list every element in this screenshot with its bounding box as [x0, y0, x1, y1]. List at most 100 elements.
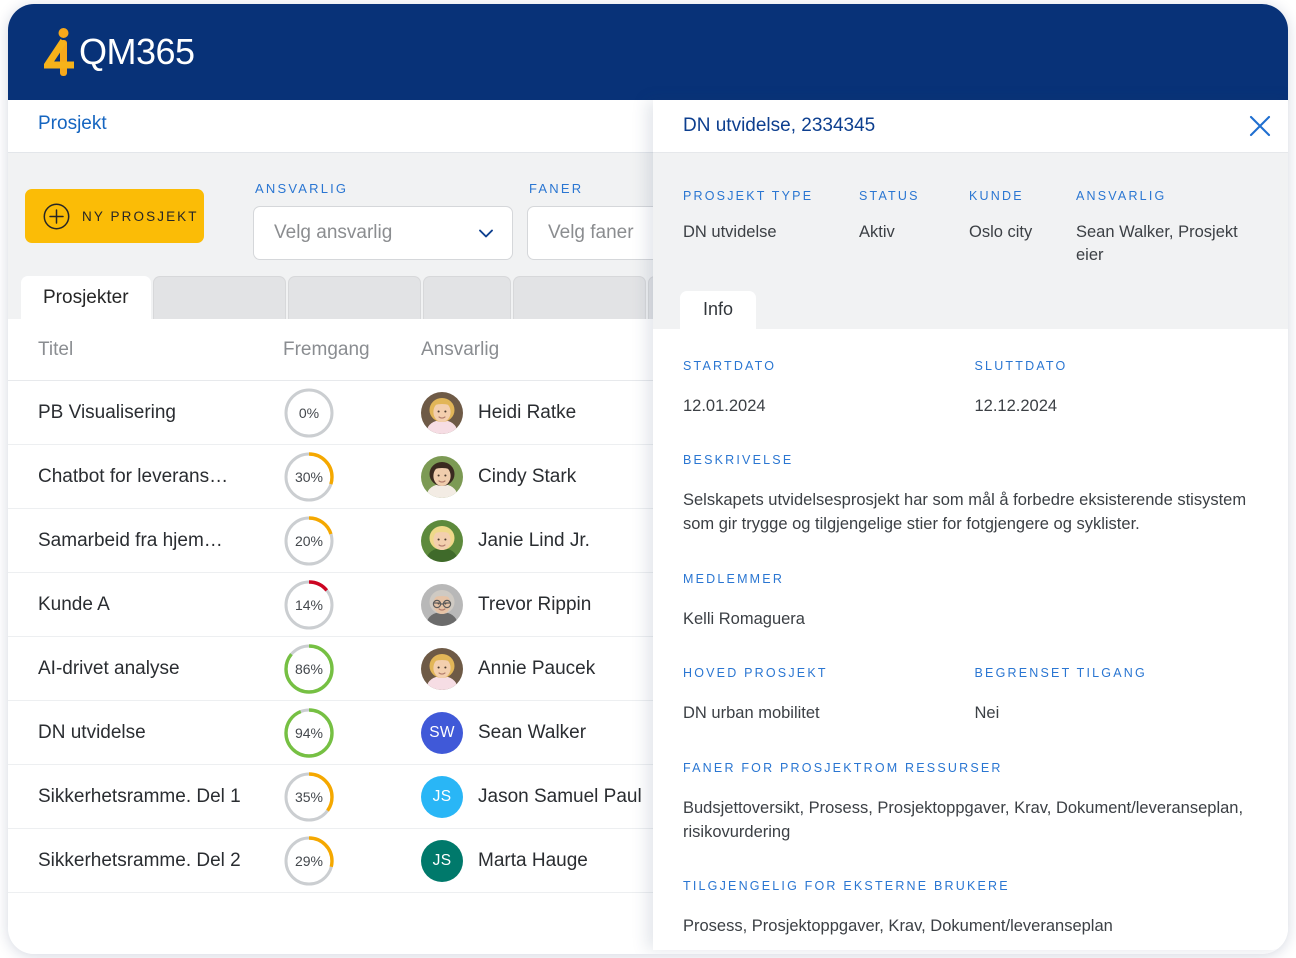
medlemmer-value: Kelli Romaguera	[683, 607, 1266, 631]
owner-name: Annie Paucek	[478, 658, 595, 680]
meta-status: STATUS Aktiv	[859, 187, 969, 267]
panel-body: STARTDATO 12.01.2024 SLUTTDATO 12.12.202…	[653, 329, 1288, 950]
owner-name: Sean Walker	[478, 722, 586, 744]
tab-placeholder-2[interactable]	[288, 276, 421, 319]
faner-ressurser-value: Budsjettoversikt, Prosess, Prosjektoppga…	[683, 796, 1266, 845]
eksterne-brukere-block: TILGJENGELIG FOR EKSTERNE BRUKERE Proses…	[683, 877, 1266, 938]
four-person-logo-icon	[44, 26, 78, 78]
progress-ring: 20%	[283, 515, 335, 567]
row-progress: 0%	[283, 387, 421, 439]
app-logo: QM365	[44, 26, 195, 78]
sluttdato-value: 12.12.2024	[975, 394, 1267, 418]
progress-ring: 94%	[283, 707, 335, 759]
row-progress: 86%	[283, 643, 421, 695]
row-progress: 94%	[283, 707, 421, 759]
app-root: QM365 Prosjekt NY PROSJEKT ANSVARLIG	[0, 0, 1296, 958]
avatar	[421, 392, 463, 434]
row-title: Sikkerhetsramme. Del 1	[38, 786, 283, 808]
row-progress: 35%	[283, 771, 421, 823]
faner-ressurser-block: FANER FOR PROSJEKTROM RESSURSER Budsjett…	[683, 759, 1266, 845]
beskrivelse-block: BESKRIVELSE Selskapets utvidelsesprosjek…	[683, 451, 1266, 537]
tab-prosjekter[interactable]: Prosjekter	[21, 276, 151, 319]
startdato-block: STARTDATO 12.01.2024	[683, 357, 975, 451]
avatar: JS	[421, 840, 463, 882]
meta-ansvarlig-label: ANSVARLIG	[1076, 189, 1166, 203]
meta-prosjekt-type-label: PROSJEKT TYPE	[683, 189, 813, 203]
progress-ring: 14%	[283, 579, 335, 631]
progress-percent: 94%	[283, 707, 335, 759]
row-title: AI-drivet analyse	[38, 658, 283, 680]
status-badge: Aktiv	[859, 221, 969, 244]
dates-row: STARTDATO 12.01.2024 SLUTTDATO 12.12.202…	[683, 357, 1266, 451]
close-icon[interactable]	[1246, 112, 1274, 140]
progress-percent: 86%	[283, 643, 335, 695]
meta-ansvarlig: ANSVARLIG Sean Walker, Prosjekt eier	[1076, 187, 1246, 267]
meta-ansvarlig-value: Sean Walker, Prosjekt eier	[1076, 221, 1246, 267]
chevron-down-icon	[476, 223, 496, 243]
logo-wordmark: QM365	[79, 34, 195, 70]
progress-ring: 86%	[283, 643, 335, 695]
progress-percent: 0%	[283, 387, 335, 439]
app-header: QM365	[8, 4, 1288, 100]
row-progress: 14%	[283, 579, 421, 631]
panel-header: DN utvidelse, 2334345	[653, 100, 1288, 153]
breadcrumb[interactable]: Prosjekt	[38, 113, 107, 135]
medlemmer-block: MEDLEMMER Kelli Romaguera	[683, 570, 1266, 631]
row-title: Samarbeid fra hjem…	[38, 530, 283, 552]
row-progress: 20%	[283, 515, 421, 567]
row-title: Sikkerhetsramme. Del 2	[38, 850, 283, 872]
filter-ansvarlig: ANSVARLIG Velg ansvarlig	[253, 181, 513, 260]
tab-placeholder-1[interactable]	[153, 276, 286, 319]
avatar: SW	[421, 712, 463, 754]
progress-percent: 20%	[283, 515, 335, 567]
hoved-row: HOVED PROSJEKT DN urban mobilitet BEGREN…	[683, 664, 1266, 758]
panel-tabstrip: Info	[653, 267, 1288, 329]
tab-info[interactable]: Info	[680, 291, 756, 329]
meta-prosjekt-type: PROSJEKT TYPE DN utvidelse	[683, 187, 859, 267]
avatar	[421, 456, 463, 498]
progress-percent: 14%	[283, 579, 335, 631]
meta-status-label: STATUS	[859, 189, 920, 203]
faner-ressurser-label: FANER FOR PROSJEKTROM RESSURSER	[683, 761, 1003, 775]
sluttdato-label: SLUTTDATO	[975, 359, 1068, 373]
progress-ring: 30%	[283, 451, 335, 503]
filter-ansvarlig-label: ANSVARLIG	[253, 181, 513, 196]
tab-placeholder-4[interactable]	[513, 276, 646, 319]
owner-name: Heidi Ratke	[478, 402, 576, 424]
row-title: Chatbot for leverans…	[38, 466, 283, 488]
column-header-titel[interactable]: Titel	[38, 339, 283, 361]
hoved-prosjekt-block: HOVED PROSJEKT DN urban mobilitet	[683, 664, 975, 758]
owner-name: Marta Hauge	[478, 850, 588, 872]
beskrivelse-value: Selskapets utvidelsesprosjekt har som må…	[683, 488, 1266, 537]
plus-circle-icon	[43, 203, 70, 230]
medlemmer-label: MEDLEMMER	[683, 572, 784, 586]
tab-placeholder-3[interactable]	[423, 276, 511, 319]
begrenset-tilgang-label: BEGRENSET TILGANG	[975, 666, 1147, 680]
progress-ring: 29%	[283, 835, 335, 887]
row-title: Kunde A	[38, 594, 283, 616]
avatar: JS	[421, 776, 463, 818]
meta-kunde-label: KUNDE	[969, 189, 1024, 203]
owner-name: Trevor Rippin	[478, 594, 591, 616]
owner-name: Janie Lind Jr.	[478, 530, 590, 552]
ansvarlig-placeholder: Velg ansvarlig	[274, 222, 476, 244]
avatar	[421, 584, 463, 626]
app-card: QM365 Prosjekt NY PROSJEKT ANSVARLIG	[8, 4, 1288, 954]
startdato-label: STARTDATO	[683, 359, 776, 373]
begrenset-tilgang-value: Nei	[975, 701, 1267, 725]
column-header-fremgang[interactable]: Fremgang	[283, 339, 421, 361]
row-title: PB Visualisering	[38, 402, 283, 424]
eksterne-brukere-value: Prosess, Prosjektoppgaver, Krav, Dokumen…	[683, 914, 1266, 938]
panel-meta: PROSJEKT TYPE DN utvidelse STATUS Aktiv …	[653, 153, 1288, 267]
new-project-button[interactable]: NY PROSJEKT	[25, 189, 204, 243]
owner-name: Jason Samuel Paul	[478, 786, 642, 808]
project-detail-panel: DN utvidelse, 2334345 PROSJEKT TYPE DN u…	[653, 100, 1288, 950]
hoved-prosjekt-label: HOVED PROSJEKT	[683, 666, 828, 680]
avatar	[421, 520, 463, 562]
meta-kunde: KUNDE Oslo city	[969, 187, 1076, 267]
hoved-prosjekt-value: DN urban mobilitet	[683, 701, 975, 725]
new-project-label: NY PROSJEKT	[82, 209, 199, 224]
ansvarlig-select[interactable]: Velg ansvarlig	[253, 206, 513, 260]
meta-prosjekt-type-value: DN utvidelse	[683, 221, 859, 244]
startdato-value: 12.01.2024	[683, 394, 975, 418]
